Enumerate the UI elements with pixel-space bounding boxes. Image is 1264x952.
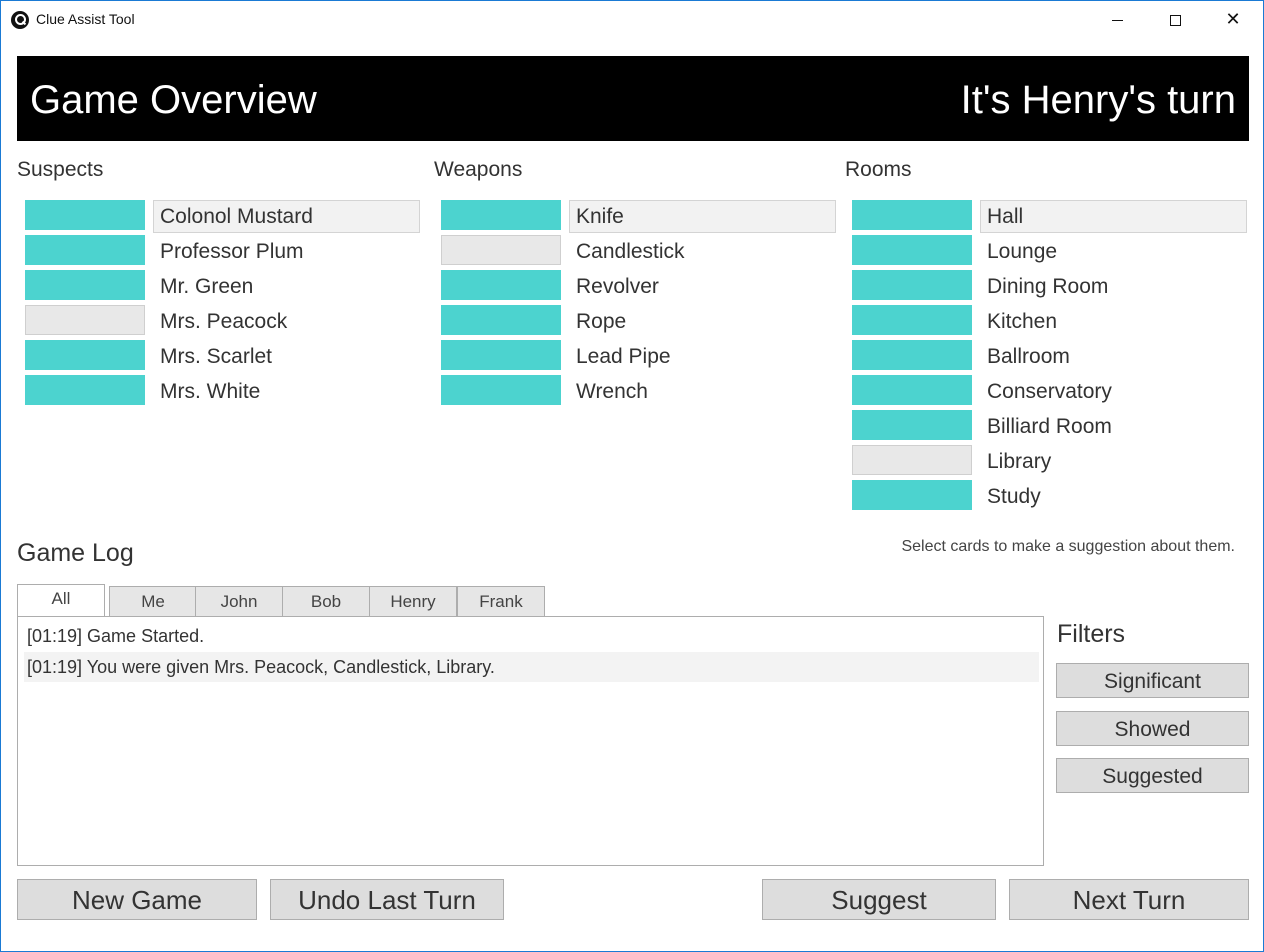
log-entry[interactable]: [01:19] Game Started. bbox=[24, 621, 1039, 651]
log-entry[interactable]: [01:19] You were given Mrs. Peacock, Can… bbox=[24, 652, 1039, 682]
room-status-toggle[interactable] bbox=[852, 305, 972, 335]
window-title: Clue Assist Tool bbox=[36, 11, 135, 27]
weapon-status-toggle[interactable] bbox=[441, 375, 561, 405]
room-status-toggle[interactable] bbox=[852, 270, 972, 300]
room-label[interactable]: Lounge bbox=[980, 235, 1247, 268]
room-status-toggle[interactable] bbox=[852, 410, 972, 440]
title-bar[interactable]: Clue Assist Tool ✕ bbox=[1, 1, 1263, 39]
room-status-toggle[interactable] bbox=[852, 480, 972, 510]
weapon-label[interactable]: Wrench bbox=[569, 375, 836, 408]
suspect-label[interactable]: Professor Plum bbox=[153, 235, 420, 268]
room-label[interactable]: Hall bbox=[980, 200, 1247, 233]
filters-title: Filters bbox=[1057, 620, 1126, 648]
next-turn-button[interactable]: Next Turn bbox=[1009, 879, 1249, 920]
suspects-title: Suspects bbox=[17, 158, 104, 181]
maximize-button[interactable] bbox=[1146, 1, 1204, 39]
suggestion-hint: Select cards to make a suggestion about … bbox=[901, 538, 1235, 555]
suspect-status-toggle[interactable] bbox=[25, 340, 145, 370]
suggest-button[interactable]: Suggest bbox=[762, 879, 996, 920]
weapon-status-toggle[interactable] bbox=[441, 200, 561, 230]
weapon-label[interactable]: Revolver bbox=[569, 270, 836, 303]
tab-bob[interactable]: Bob bbox=[282, 586, 370, 617]
room-status-toggle[interactable] bbox=[852, 375, 972, 405]
suspect-label[interactable]: Mrs. Scarlet bbox=[153, 340, 420, 373]
filter-significant-button[interactable]: Significant bbox=[1056, 663, 1249, 698]
weapon-label[interactable]: Candlestick bbox=[569, 235, 836, 268]
game-log-list[interactable]: [01:19] Game Started. [01:19] You were g… bbox=[17, 616, 1044, 866]
weapon-status-toggle[interactable] bbox=[441, 305, 561, 335]
tab-all[interactable]: All bbox=[17, 584, 105, 617]
weapon-label[interactable]: Lead Pipe bbox=[569, 340, 836, 373]
page-title: Game Overview bbox=[30, 78, 317, 122]
tab-me[interactable]: Me bbox=[109, 586, 197, 617]
room-label[interactable]: Study bbox=[980, 480, 1247, 513]
suspect-status-toggle[interactable] bbox=[25, 305, 145, 335]
room-label[interactable]: Library bbox=[980, 445, 1247, 478]
magnifier-icon bbox=[11, 11, 29, 29]
suspect-label[interactable]: Mrs. White bbox=[153, 375, 420, 408]
weapon-label[interactable]: Knife bbox=[569, 200, 836, 233]
tab-john[interactable]: John bbox=[195, 586, 283, 617]
weapon-status-toggle[interactable] bbox=[441, 270, 561, 300]
close-icon: ✕ bbox=[1225, 9, 1241, 30]
new-game-button[interactable]: New Game bbox=[17, 879, 257, 920]
suspect-label[interactable]: Colonol Mustard bbox=[153, 200, 420, 233]
suspect-status-toggle[interactable] bbox=[25, 235, 145, 265]
undo-last-turn-button[interactable]: Undo Last Turn bbox=[270, 879, 504, 920]
suspect-label[interactable]: Mrs. Peacock bbox=[153, 305, 420, 338]
room-status-toggle[interactable] bbox=[852, 235, 972, 265]
minimize-button[interactable] bbox=[1088, 1, 1146, 39]
maximize-icon bbox=[1169, 14, 1181, 26]
room-label[interactable]: Ballroom bbox=[980, 340, 1247, 373]
rooms-title: Rooms bbox=[845, 158, 912, 181]
room-status-toggle[interactable] bbox=[852, 445, 972, 475]
tab-henry[interactable]: Henry bbox=[369, 586, 457, 617]
weapon-status-toggle[interactable] bbox=[441, 235, 561, 265]
suspect-status-toggle[interactable] bbox=[25, 200, 145, 230]
room-label[interactable]: Conservatory bbox=[980, 375, 1247, 408]
room-label[interactable]: Dining Room bbox=[980, 270, 1247, 303]
turn-indicator: It's Henry's turn bbox=[960, 78, 1236, 122]
app-window: Clue Assist Tool ✕ Game Overview It's He… bbox=[0, 0, 1264, 952]
weapon-status-toggle[interactable] bbox=[441, 340, 561, 370]
page-header: Game Overview It's Henry's turn bbox=[17, 56, 1249, 141]
minimize-icon bbox=[1111, 19, 1123, 21]
weapon-label[interactable]: Rope bbox=[569, 305, 836, 338]
room-label[interactable]: Kitchen bbox=[980, 305, 1247, 338]
suspect-status-toggle[interactable] bbox=[25, 375, 145, 405]
suspect-label[interactable]: Mr. Green bbox=[153, 270, 420, 303]
suspect-status-toggle[interactable] bbox=[25, 270, 145, 300]
close-button[interactable]: ✕ bbox=[1204, 1, 1262, 39]
room-label[interactable]: Billiard Room bbox=[980, 410, 1247, 443]
filter-showed-button[interactable]: Showed bbox=[1056, 711, 1249, 746]
room-status-toggle[interactable] bbox=[852, 340, 972, 370]
room-status-toggle[interactable] bbox=[852, 200, 972, 230]
game-log-title: Game Log bbox=[17, 539, 134, 567]
tab-frank[interactable]: Frank bbox=[457, 586, 545, 617]
filter-suggested-button[interactable]: Suggested bbox=[1056, 758, 1249, 793]
weapons-title: Weapons bbox=[434, 158, 523, 181]
